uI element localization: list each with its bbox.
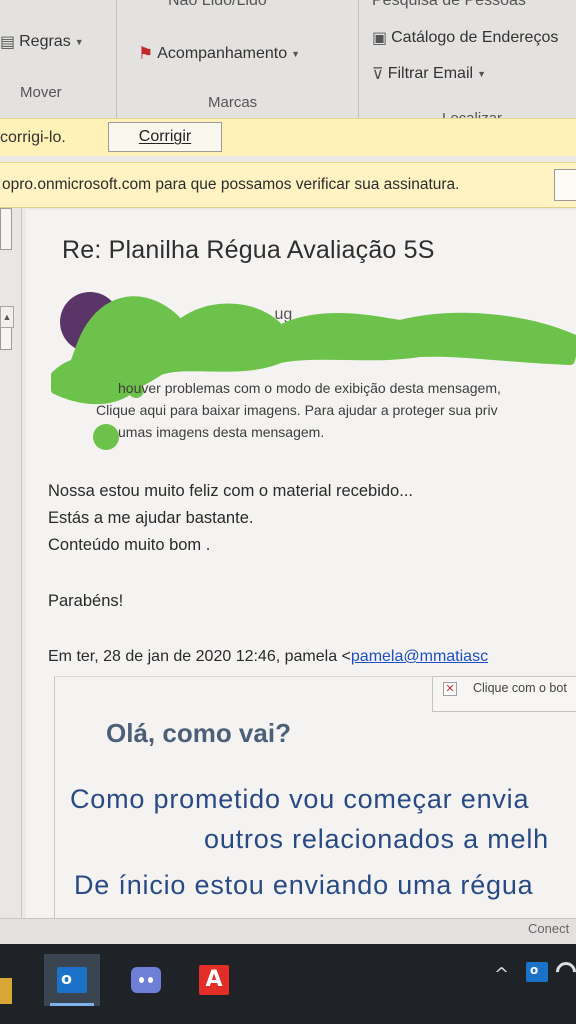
correction-text: corrigi-lo. [0, 128, 66, 146]
followup-button[interactable]: ⚑ Acompanhamento ▼ [138, 44, 300, 64]
correction-infobar: corrigi-lo. Corrigir [0, 118, 576, 156]
download-images-line[interactable]: Clique aqui para baixar imagens. Para aj… [96, 402, 498, 418]
fix-button[interactable]: Corrigir [108, 122, 222, 152]
taskbar-outlook[interactable] [44, 954, 100, 1006]
message-body-line: Conteúdo muito bom . [48, 536, 211, 554]
blocked-image-placeholder[interactable]: ✕ Clique com o bot [432, 676, 576, 712]
images-blocked-line: umas imagens desta mensagem. [118, 424, 325, 440]
filter-email-label: Filtrar Email [387, 65, 474, 82]
people-search-box[interactable]: Pesquisa de Pessoas [372, 0, 526, 10]
message-body-line: Nossa estou muito feliz com o material r… [48, 482, 413, 500]
filter-email-button[interactable]: ⊽ Filtrar Email ▼ [372, 64, 486, 84]
chevron-down-icon: ▼ [291, 49, 301, 59]
chevron-down-icon: ▼ [74, 37, 84, 47]
rules-label: Regras [19, 33, 71, 50]
discord-icon [131, 967, 161, 993]
people-search-label: Pesquisa de Pessoas [372, 0, 526, 9]
group-label-tags: Marcas [208, 94, 258, 111]
quoted-header: Em ter, 28 de jan de 2020 12:46, pamela … [48, 648, 488, 666]
filter-icon: ⊽ [372, 66, 384, 83]
address-book-label: Catálogo de Endereços [391, 29, 559, 46]
verify-signature-text: opro.onmicrosoft.com para que possamos v… [2, 176, 460, 193]
message-subject: Re: Planilha Régua Avaliação 5S [62, 236, 435, 264]
chevron-down-icon: ▼ [477, 69, 486, 79]
flag-icon: ⚑ [138, 44, 154, 63]
ribbon-separator [358, 0, 359, 120]
outlook-status-bar [0, 918, 576, 944]
unread-read-button[interactable]: Não Lido/Lido [168, 0, 267, 10]
quoted-header-text: Em ter, 28 de jan de 2020 12:46, pamela … [48, 648, 351, 665]
tray-outlook-icon[interactable] [526, 962, 548, 982]
quoted-greeting: Olá, como vai? [106, 718, 291, 748]
active-indicator [50, 1003, 94, 1006]
blocked-image-caption: Clique com o bot [473, 681, 567, 695]
address-book-icon: ▣ [372, 30, 388, 47]
ribbon-separator [116, 0, 117, 120]
quoted-text-line: outros relacionados a melh [204, 824, 549, 854]
verify-signature-infobar: opro.onmicrosoft.com para que possamos v… [0, 162, 576, 208]
message-body-line: Parabéns! [48, 592, 124, 610]
pane-toggle[interactable] [0, 208, 12, 250]
followup-label: Acompanhamento [157, 45, 288, 62]
taskbar-discord[interactable] [118, 954, 174, 1006]
rules-icon: ▤ [0, 34, 16, 51]
infobar-action-button[interactable] [554, 169, 576, 201]
acrobat-icon: A [199, 965, 229, 995]
tray-chevron-up-icon[interactable]: ^ [494, 964, 509, 985]
group-label-move: Mover [20, 84, 62, 101]
outlook-icon [57, 967, 87, 993]
quoted-text-line: De ínicio estou enviando uma régua [74, 870, 534, 900]
sender-email-link[interactable]: pamela@mmatiasc [351, 648, 488, 665]
quoted-text-line: Como prometido vou começar envia [70, 784, 530, 814]
ribbon: Não Lido/Lido Pesquisa de Pessoas ▤ Regr… [0, 0, 576, 130]
rules-button[interactable]: ▤ Regras ▼ [0, 32, 84, 52]
message-body-line: Estás a me ajudar bastante. [48, 509, 254, 527]
windows-taskbar: A [0, 944, 576, 1024]
connection-status: Conect [528, 921, 570, 936]
pane-control[interactable] [0, 326, 12, 350]
taskbar-acrobat[interactable]: A [186, 954, 242, 1006]
address-book-button[interactable]: ▣ Catálogo de Endereços [372, 28, 558, 48]
taskbar-app-stub[interactable] [0, 978, 12, 1004]
display-warning-line[interactable]: houver problemas com o modo de exibição … [118, 380, 501, 396]
scroll-up-arrow-icon[interactable]: ▲ [0, 306, 14, 328]
unread-read-label: Não Lido/Lido [168, 0, 267, 9]
broken-image-icon: ✕ [443, 682, 457, 696]
